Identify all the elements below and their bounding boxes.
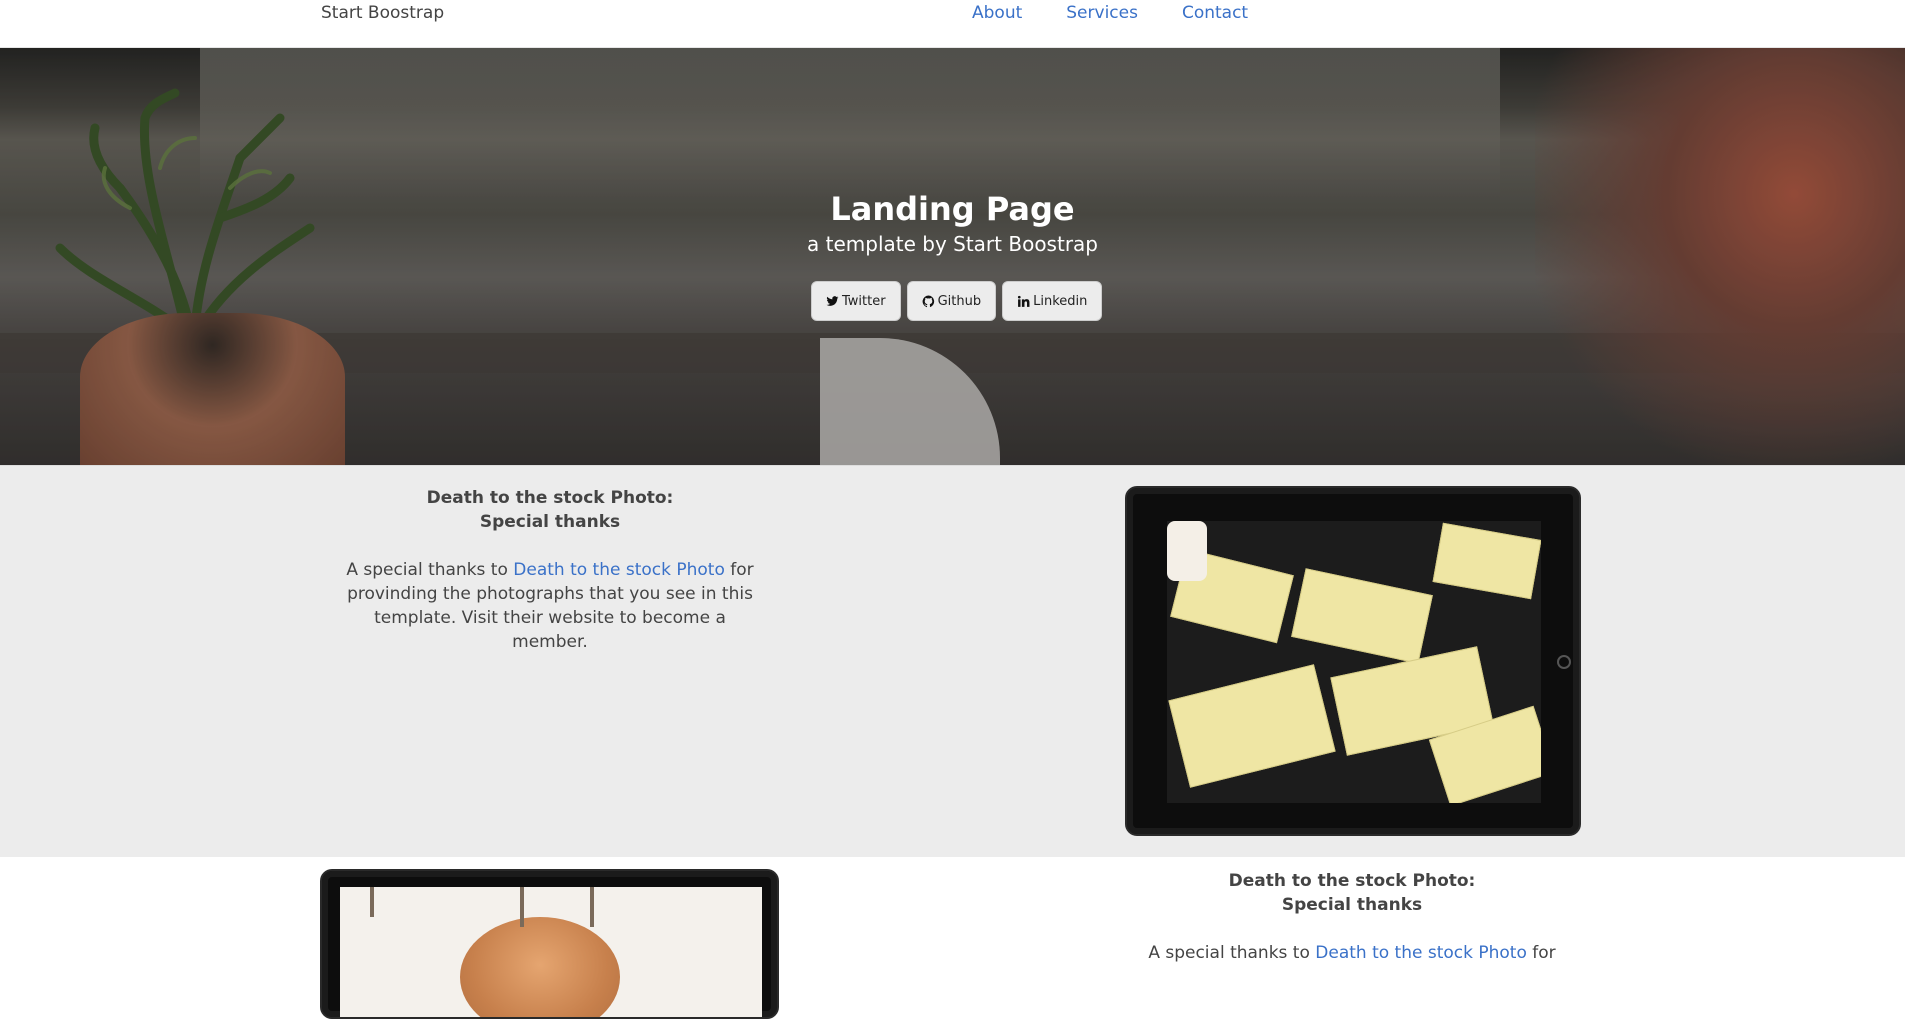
social-buttons: Twitter Github Linkedin bbox=[811, 281, 1103, 321]
feature-heading-line: Death to the stock Photo: bbox=[426, 488, 674, 508]
hero-banner: Landing Page a template by Start Boostra… bbox=[0, 48, 1905, 465]
linkedin-button[interactable]: Linkedin bbox=[1002, 281, 1103, 321]
nav-link-about[interactable]: About bbox=[972, 3, 1022, 23]
feature-body-text: A special thanks to bbox=[346, 560, 514, 580]
linkedin-icon bbox=[1018, 295, 1030, 307]
hero-title: Landing Page bbox=[830, 190, 1075, 228]
github-label: Github bbox=[937, 293, 982, 309]
feature-section-2: Death to the stock Photo: Special thanks… bbox=[0, 857, 1905, 1019]
nav-link-services[interactable]: Services bbox=[1066, 3, 1138, 23]
linkedin-label: Linkedin bbox=[1033, 293, 1088, 309]
tablet-screen-2 bbox=[340, 887, 762, 1017]
tablet-image-2 bbox=[320, 869, 779, 1019]
nav-links: About Services Contact bbox=[972, 3, 1248, 23]
hero-overlay bbox=[0, 48, 1905, 465]
twitter-label: Twitter bbox=[842, 293, 886, 309]
feature-section-1: Death to the stock Photo: Special thanks… bbox=[0, 465, 1905, 857]
nav-link-contact[interactable]: Contact bbox=[1182, 3, 1248, 23]
hero-subtitle: a template by Start Boostrap bbox=[807, 232, 1098, 256]
feature-heading-2: Death to the stock Photo: Special thanks bbox=[1142, 869, 1562, 917]
feature-body-2: A special thanks to Death to the stock P… bbox=[1142, 941, 1562, 965]
feature-heading-line: Special thanks bbox=[479, 512, 621, 532]
death-to-stock-photo-link[interactable]: Death to the stock Photo bbox=[513, 560, 725, 580]
github-icon bbox=[922, 295, 934, 307]
twitter-icon bbox=[826, 295, 839, 306]
feature-heading-1: Death to the stock Photo: Special thanks bbox=[340, 486, 760, 534]
feature-text-2: Death to the stock Photo: Special thanks… bbox=[1142, 869, 1562, 965]
feature-text-1: Death to the stock Photo: Special thanks… bbox=[340, 486, 760, 654]
twitter-button[interactable]: Twitter bbox=[811, 281, 901, 321]
tablet-image bbox=[1125, 486, 1581, 836]
feature-body-text: for bbox=[1526, 943, 1556, 963]
feature-body-1: A special thanks to Death to the stock P… bbox=[340, 558, 760, 654]
cat-image bbox=[460, 917, 620, 1017]
death-to-stock-photo-link-2[interactable]: Death to the stock Photo bbox=[1315, 943, 1527, 963]
navbar: Start Boostrap About Services Contact bbox=[0, 0, 1905, 48]
tablet-screen bbox=[1167, 521, 1541, 803]
brand-link[interactable]: Start Boostrap bbox=[321, 3, 444, 23]
feature-heading-line: Special thanks bbox=[1281, 895, 1423, 915]
github-button[interactable]: Github bbox=[906, 281, 997, 321]
feature-body-text: A special thanks to bbox=[1148, 943, 1316, 963]
feature-heading-line: Death to the stock Photo: bbox=[1228, 871, 1476, 891]
